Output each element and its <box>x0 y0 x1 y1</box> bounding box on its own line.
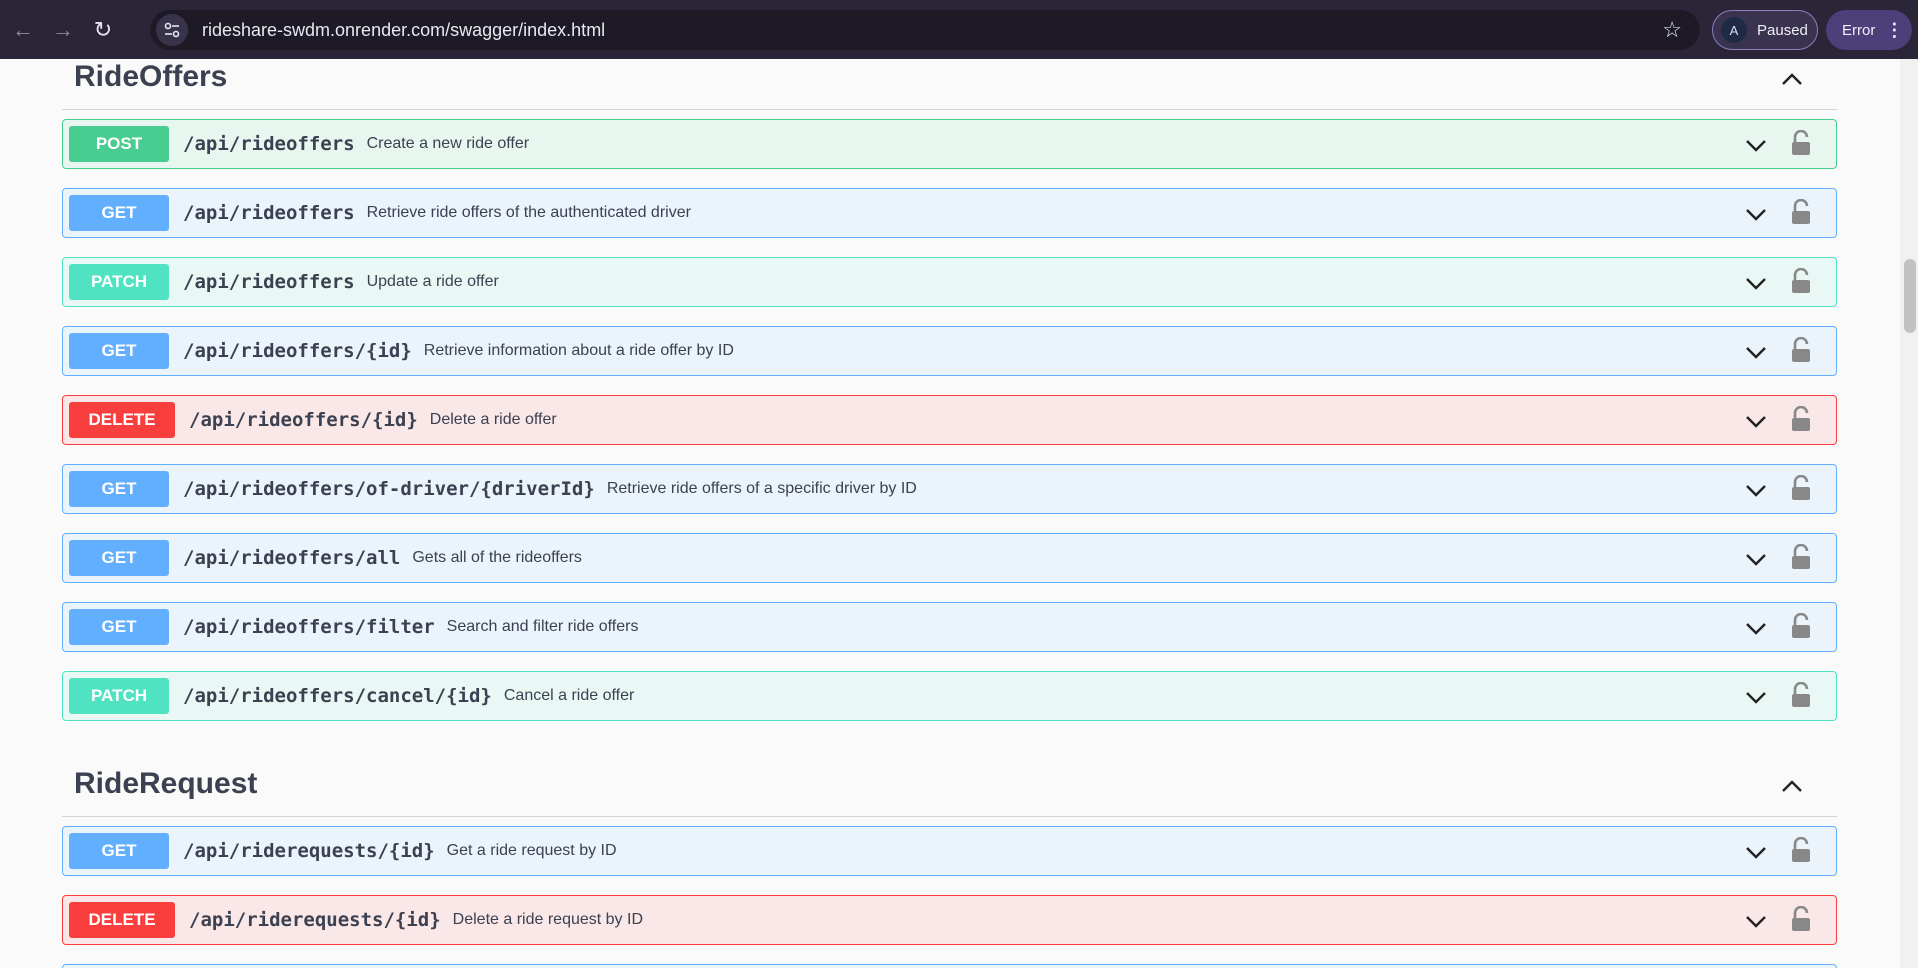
operation-path: /api/rideoffers/all <box>183 547 401 569</box>
operation-path: /api/rideoffers/cancel/{id} <box>183 685 492 707</box>
reload-icon[interactable]: ↻ <box>86 13 120 47</box>
error-button[interactable]: Error ⋮ <box>1826 10 1912 50</box>
method-badge: PATCH <box>69 678 169 714</box>
browser-toolbar: ← → ↻ rideshare-swdm.onrender.com/swagge… <box>0 0 1918 59</box>
menu-kebab-icon[interactable]: ⋮ <box>1885 20 1903 41</box>
profile-status: Paused <box>1757 21 1808 39</box>
operation-get[interactable]: GET /api/rideoffers/of-driver/{driverId}… <box>62 464 1837 514</box>
lock-icon[interactable] <box>1790 905 1812 932</box>
method-badge: DELETE <box>69 402 175 438</box>
operation-summary: Update a ride offer <box>366 273 499 290</box>
forward-icon[interactable]: → <box>46 13 80 47</box>
operation-summary: Search and filter ride offers <box>446 618 639 635</box>
lock-icon[interactable] <box>1790 681 1812 708</box>
lock-icon[interactable] <box>1790 405 1812 432</box>
operation-path: /api/rideoffers/of-driver/{driverId} <box>183 478 595 500</box>
operation-get[interactable]: GET /api/rideoffers/all Gets all of the … <box>62 533 1837 583</box>
section-header[interactable]: RideRequest <box>62 765 1837 817</box>
method-badge: GET <box>69 833 169 869</box>
operation-path: /api/rideoffers <box>183 202 355 224</box>
method-badge: GET <box>69 609 169 645</box>
error-label: Error <box>1842 21 1876 39</box>
method-badge: POST <box>69 126 169 162</box>
swagger-content: RideOffers POST /api/rideoffers Create a… <box>0 59 1900 968</box>
chevron-down-icon[interactable] <box>1744 133 1768 157</box>
operation-path: /api/rideoffers/{id} <box>183 340 412 362</box>
chevron-down-icon[interactable] <box>1744 616 1768 640</box>
section-header[interactable]: RideOffers <box>62 59 1837 110</box>
lock-icon[interactable] <box>1790 129 1812 156</box>
profile-button[interactable]: A Paused <box>1712 10 1818 50</box>
lock-icon[interactable] <box>1790 543 1812 570</box>
chevron-down-icon[interactable] <box>1744 547 1768 571</box>
operation-delete[interactable]: DELETE /api/riderequests/{id} Delete a r… <box>62 895 1837 945</box>
chevron-down-icon[interactable] <box>1744 909 1768 933</box>
operation-post[interactable]: POST /api/rideoffers Create a new ride o… <box>62 119 1837 169</box>
operation-get[interactable]: GET /api/rideoffers Retrieve ride offers… <box>62 188 1837 238</box>
scrollbar[interactable] <box>1900 59 1918 968</box>
operation-get[interactable]: GET <box>62 964 1837 968</box>
method-badge: DELETE <box>69 902 175 938</box>
method-badge: GET <box>69 471 169 507</box>
operation-summary: Get a ride request by ID <box>446 842 617 859</box>
avatar: A <box>1721 17 1747 43</box>
chevron-down-icon[interactable] <box>1744 685 1768 709</box>
operation-get[interactable]: GET /api/riderequests/{id} Get a ride re… <box>62 826 1837 876</box>
operation-summary: Retrieve ride offers of the authenticate… <box>366 204 691 221</box>
operation-get[interactable]: GET /api/rideoffers/{id} Retrieve inform… <box>62 326 1837 376</box>
chevron-down-icon[interactable] <box>1744 478 1768 502</box>
lock-icon[interactable] <box>1790 474 1812 501</box>
operation-summary: Delete a ride request by ID <box>452 911 643 928</box>
operation-patch[interactable]: PATCH /api/rideoffers Update a ride offe… <box>62 257 1837 307</box>
operation-path: /api/riderequests/{id} <box>183 840 435 862</box>
operation-summary: Retrieve information about a ride offer … <box>423 342 734 359</box>
lock-icon[interactable] <box>1790 336 1812 363</box>
method-badge: GET <box>69 195 169 231</box>
operation-summary: Delete a ride offer <box>429 411 557 428</box>
section-title: RideOffers <box>74 60 228 93</box>
operation-path: /api/rideoffers <box>183 271 355 293</box>
lock-icon[interactable] <box>1790 198 1812 225</box>
chevron-down-icon[interactable] <box>1744 340 1768 364</box>
url-text[interactable]: rideshare-swdm.onrender.com/swagger/inde… <box>202 20 605 41</box>
operation-path: /api/riderequests/{id} <box>189 909 441 931</box>
lock-icon[interactable] <box>1790 612 1812 639</box>
operation-delete[interactable]: DELETE /api/rideoffers/{id} Delete a rid… <box>62 395 1837 445</box>
chevron-down-icon[interactable] <box>1744 271 1768 295</box>
method-badge: GET <box>69 333 169 369</box>
chevron-up-icon[interactable] <box>1777 64 1807 94</box>
operation-summary: Gets all of the rideoffers <box>412 549 582 566</box>
operation-get[interactable]: GET /api/rideoffers/filter Search and fi… <box>62 602 1837 652</box>
chevron-down-icon[interactable] <box>1744 409 1768 433</box>
chevron-down-icon[interactable] <box>1744 840 1768 864</box>
chevron-down-icon[interactable] <box>1744 202 1768 226</box>
back-icon[interactable]: ← <box>6 13 40 47</box>
lock-icon[interactable] <box>1790 836 1812 863</box>
operation-path: /api/rideoffers/{id} <box>189 409 418 431</box>
operation-summary: Retrieve ride offers of a specific drive… <box>606 480 917 497</box>
scrollbar-thumb[interactable] <box>1904 259 1916 333</box>
address-bar[interactable]: rideshare-swdm.onrender.com/swagger/inde… <box>150 10 1700 50</box>
bookmark-star-icon[interactable]: ☆ <box>1662 17 1682 43</box>
operation-patch[interactable]: PATCH /api/rideoffers/cancel/{id} Cancel… <box>62 671 1837 721</box>
method-badge: PATCH <box>69 264 169 300</box>
operation-path: /api/rideoffers/filter <box>183 616 435 638</box>
chevron-up-icon[interactable] <box>1777 771 1807 801</box>
operation-path: /api/rideoffers <box>183 133 355 155</box>
method-badge: GET <box>69 540 169 576</box>
operation-summary: Create a new ride offer <box>366 135 530 152</box>
site-settings-icon[interactable] <box>156 14 188 46</box>
operation-summary: Cancel a ride offer <box>503 687 635 704</box>
section-title: RideRequest <box>74 767 258 800</box>
lock-icon[interactable] <box>1790 267 1812 294</box>
